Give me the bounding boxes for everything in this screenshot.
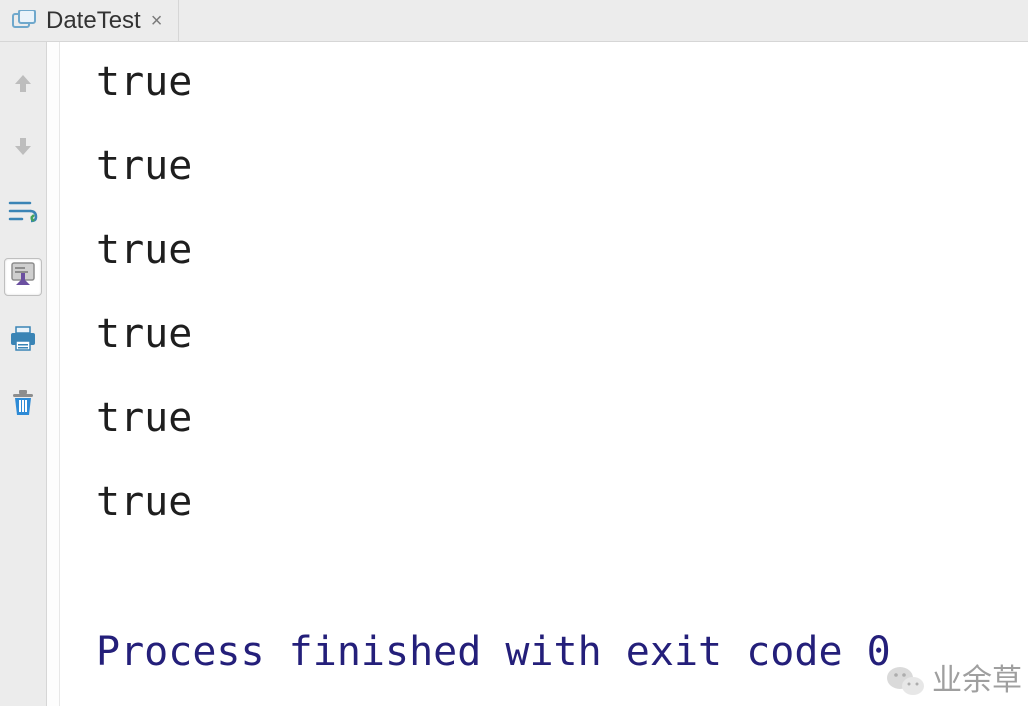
- run-config-icon: [12, 10, 38, 32]
- output-line: true: [96, 398, 1028, 438]
- output-line: true: [96, 62, 1028, 102]
- scroll-up-button[interactable]: [4, 66, 42, 104]
- soft-wrap-icon: [8, 199, 38, 228]
- soft-wrap-button[interactable]: [4, 194, 42, 232]
- output-line: true: [96, 146, 1028, 186]
- exit-message: Process finished with exit code 0: [96, 632, 1028, 672]
- clear-button[interactable]: [4, 386, 42, 424]
- scroll-to-end-icon: [10, 261, 36, 294]
- arrow-up-icon: [11, 71, 35, 100]
- trash-icon: [10, 389, 36, 422]
- output-line: true: [96, 314, 1028, 354]
- tab-datetest[interactable]: DateTest ×: [6, 0, 179, 41]
- gutter-divider: [46, 42, 60, 706]
- scroll-to-end-button[interactable]: [4, 258, 42, 296]
- scroll-down-button[interactable]: [4, 130, 42, 168]
- tab-title: DateTest: [46, 7, 141, 35]
- console-output[interactable]: true true true true true true Process fi…: [60, 42, 1028, 706]
- print-button[interactable]: [4, 322, 42, 360]
- print-icon: [9, 326, 37, 357]
- console-toolbar: [0, 42, 46, 706]
- tab-strip: DateTest ×: [0, 0, 1028, 42]
- arrow-down-icon: [11, 135, 35, 164]
- close-icon[interactable]: ×: [149, 11, 165, 31]
- output-line: true: [96, 482, 1028, 522]
- output-line: true: [96, 230, 1028, 270]
- run-tool-window: true true true true true true Process fi…: [0, 42, 1028, 706]
